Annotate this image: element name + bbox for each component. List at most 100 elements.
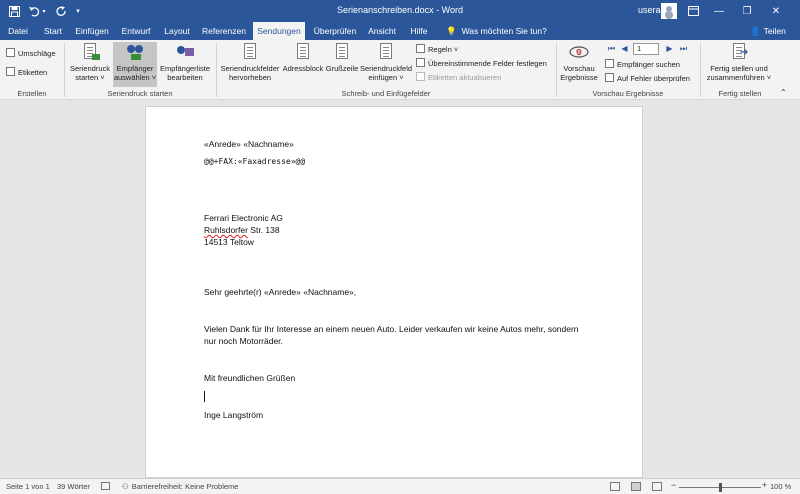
- text-cursor: [204, 391, 205, 402]
- first-record-icon[interactable]: ⏮: [607, 44, 616, 53]
- tab-hilfe[interactable]: Hilfe: [405, 22, 433, 40]
- check-errors-label: Auf Fehler überprüfen: [617, 74, 690, 83]
- previous-record-icon[interactable]: ◀: [620, 44, 629, 53]
- tab-layout[interactable]: Layout: [161, 22, 193, 40]
- greeting-line-icon: [332, 42, 352, 62]
- status-bar: Seite 1 von 1 39 Wörter ⚇ Barrierefreihei…: [0, 478, 800, 494]
- update-labels-icon: [416, 72, 425, 81]
- tab-datei[interactable]: Datei: [3, 22, 33, 40]
- start-mail-merge-button[interactable]: Seriendruck starten ˅: [67, 42, 113, 87]
- envelopes-button[interactable]: Umschläge: [6, 48, 56, 60]
- fax-field: @@+FAX:«Faxadresse»@@: [204, 157, 306, 166]
- tab-start[interactable]: Start: [38, 22, 68, 40]
- envelope-icon: [6, 48, 15, 57]
- finish-merge-label-2: zusammenführen ˅: [706, 73, 772, 82]
- tab-einfuegen[interactable]: Einfügen: [73, 22, 111, 40]
- check-errors-icon: [605, 73, 614, 82]
- street-rest: Str. 138: [247, 225, 280, 235]
- address-block-button[interactable]: Adressblock: [282, 42, 324, 87]
- closing-line: Mit freundlichen Grüßen: [204, 373, 296, 383]
- group-label-preview: Vorschau Ergebnisse: [592, 89, 664, 98]
- finish-merge-icon: ➔: [729, 42, 749, 62]
- greeting-line-button[interactable]: Grußzeile: [325, 42, 359, 87]
- city-line: 14513 Teltow: [204, 237, 254, 247]
- word-count[interactable]: 39 Wörter: [57, 482, 90, 491]
- edit-recipient-list-button[interactable]: Empfängerliste bearbeiten: [158, 42, 212, 87]
- document-page[interactable]: «Anrede» «Nachname» @@+FAX:«Faxadresse»@…: [145, 106, 643, 478]
- share-label: Teilen: [763, 26, 786, 36]
- labels-button[interactable]: Etiketten: [6, 67, 47, 79]
- tab-sendungen[interactable]: Sendungen: [253, 22, 305, 40]
- maximize-button[interactable]: ❐: [737, 3, 757, 19]
- signature-line: Inge Langström: [204, 410, 264, 420]
- group-label-create: Erstellen: [17, 89, 47, 98]
- last-record-icon[interactable]: ⏭: [679, 44, 688, 53]
- tab-entwurf[interactable]: Entwurf: [117, 22, 155, 40]
- ribbon-tabs: Datei Start Einfügen Entwurf Layout Refe…: [0, 22, 800, 40]
- select-recipients-label-1: Empfänger: [116, 64, 154, 73]
- zoom-out-icon[interactable]: −: [671, 480, 676, 490]
- highlight-merge-fields-button[interactable]: Seriendruckfelder hervorheben: [219, 42, 281, 87]
- edit-list-icon: [175, 42, 195, 62]
- window-title: Serienanschreiben.docx - Word: [337, 5, 463, 15]
- salutation-fields: «Anrede» «Nachname»: [204, 139, 294, 149]
- accessibility-status[interactable]: ⚇ Barrierefreiheit: Keine Probleme: [122, 482, 238, 491]
- highlight-label-2: hervorheben: [228, 73, 272, 82]
- ribbon-display-options-icon[interactable]: [685, 3, 701, 19]
- avatar[interactable]: [661, 3, 677, 19]
- tab-ueberpruefen[interactable]: Überprüfen: [310, 22, 360, 40]
- tab-referenzen[interactable]: Referenzen: [199, 22, 249, 40]
- accessibility-label: Barrierefreiheit: Keine Probleme: [131, 482, 239, 491]
- preview-results-button[interactable]: ABC Vorschau Ergebnisse: [558, 42, 600, 87]
- group-label-fields: Schreib- und Einfügefelder: [341, 89, 431, 98]
- rules-button[interactable]: Regeln ˅: [416, 44, 458, 56]
- match-fields-button[interactable]: Übereinstimmende Felder festlegen: [416, 58, 547, 70]
- preview-icon: ABC: [569, 42, 589, 62]
- update-labels-button: Etiketten aktualisieren: [416, 72, 501, 84]
- street-address: Ruhlsdorfer Str. 138: [204, 225, 280, 235]
- vertical-scrollbar[interactable]: [790, 100, 800, 478]
- update-labels-label: Etiketten aktualisieren: [428, 73, 502, 82]
- preview-label-1: Vorschau: [563, 64, 595, 73]
- minimize-button[interactable]: —: [709, 3, 729, 19]
- highlight-icon: [240, 42, 260, 62]
- user-name[interactable]: usera: [638, 5, 661, 15]
- zoom-slider-thumb[interactable]: [719, 483, 722, 492]
- tell-me-search[interactable]: 💡 Was möchten Sie tun?: [446, 22, 547, 40]
- greeting-line-label: Grußzeile: [325, 64, 359, 73]
- rules-label: Regeln ˅: [428, 45, 459, 54]
- find-recipient-icon: [605, 59, 614, 68]
- close-button[interactable]: ✕: [766, 3, 786, 19]
- edit-list-label-1: Empfängerliste: [159, 64, 211, 73]
- rules-icon: [416, 44, 425, 53]
- match-fields-icon: [416, 58, 425, 67]
- insert-field-label-2: einfügen ˅: [368, 73, 404, 82]
- page-count[interactable]: Seite 1 von 1: [6, 482, 50, 491]
- group-label-start-merge: Seriendruck starten: [107, 89, 173, 98]
- spelling-error[interactable]: Ruhlsdorfer: [204, 225, 248, 235]
- select-recipients-label-2: auswählen ˅: [113, 73, 157, 82]
- next-record-icon[interactable]: ▶: [665, 44, 674, 53]
- zoom-level[interactable]: 100 %: [770, 482, 791, 491]
- accessibility-icon: ⚇: [122, 482, 129, 491]
- select-recipients-button[interactable]: Empfänger auswählen ˅: [113, 42, 157, 87]
- find-recipient-label: Empfänger suchen: [617, 60, 680, 69]
- person-icon: 👤: [750, 26, 761, 36]
- read-mode-icon[interactable]: [610, 482, 620, 491]
- proofing-icon[interactable]: [101, 482, 110, 490]
- share-button[interactable]: 👤 Teilen: [750, 22, 786, 40]
- label-icon: [6, 67, 15, 76]
- record-number-input[interactable]: 1: [633, 43, 659, 55]
- insert-field-label-1: Seriendruckfeld: [359, 64, 413, 73]
- insert-merge-field-button[interactable]: Seriendruckfeld einfügen ˅: [359, 42, 413, 87]
- collapse-ribbon-icon[interactable]: ⌃: [780, 87, 787, 99]
- find-recipient-button[interactable]: Empfänger suchen: [605, 59, 680, 71]
- web-layout-icon[interactable]: [652, 482, 662, 491]
- print-layout-icon[interactable]: [631, 482, 641, 491]
- zoom-in-icon[interactable]: +: [762, 480, 767, 490]
- finish-merge-button[interactable]: ➔ Fertig stellen und zusammenführen ˅: [703, 42, 775, 87]
- company-name: Ferrari Electronic AG: [204, 213, 283, 223]
- check-errors-button[interactable]: Auf Fehler überprüfen: [605, 73, 690, 85]
- highlight-label-1: Seriendruckfelder: [220, 64, 280, 73]
- tab-ansicht[interactable]: Ansicht: [364, 22, 400, 40]
